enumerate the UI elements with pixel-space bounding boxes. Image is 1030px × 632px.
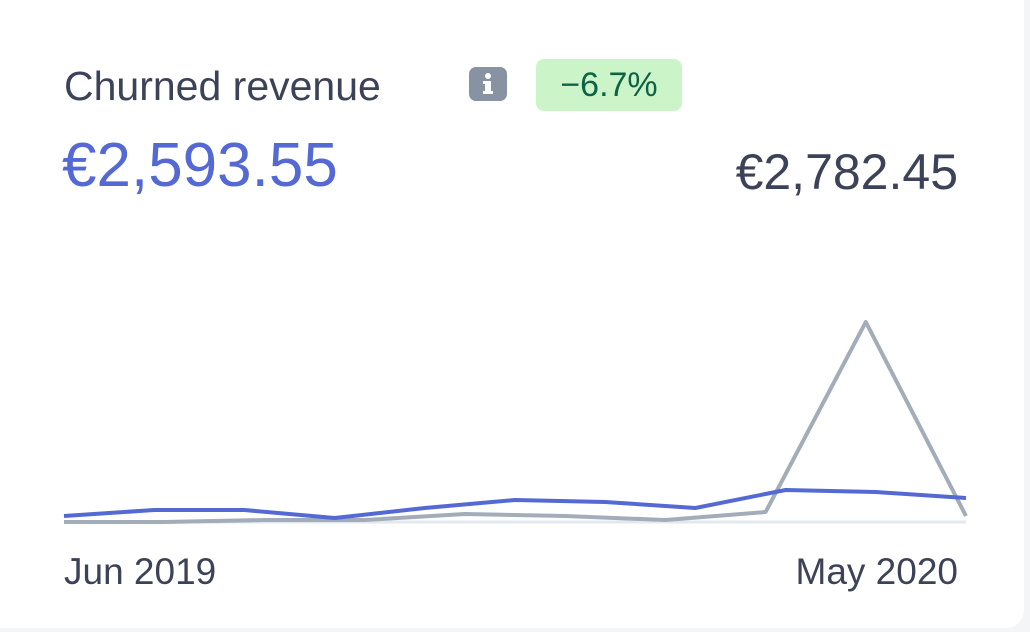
- metric-card: Churned revenue −6.7% €2,593.55 €2,782.4…: [0, 0, 1024, 628]
- x-axis-end-label: May 2020: [795, 551, 959, 592]
- x-axis-start-label: Jun 2019: [64, 551, 217, 592]
- line-chart: [63, 320, 968, 524]
